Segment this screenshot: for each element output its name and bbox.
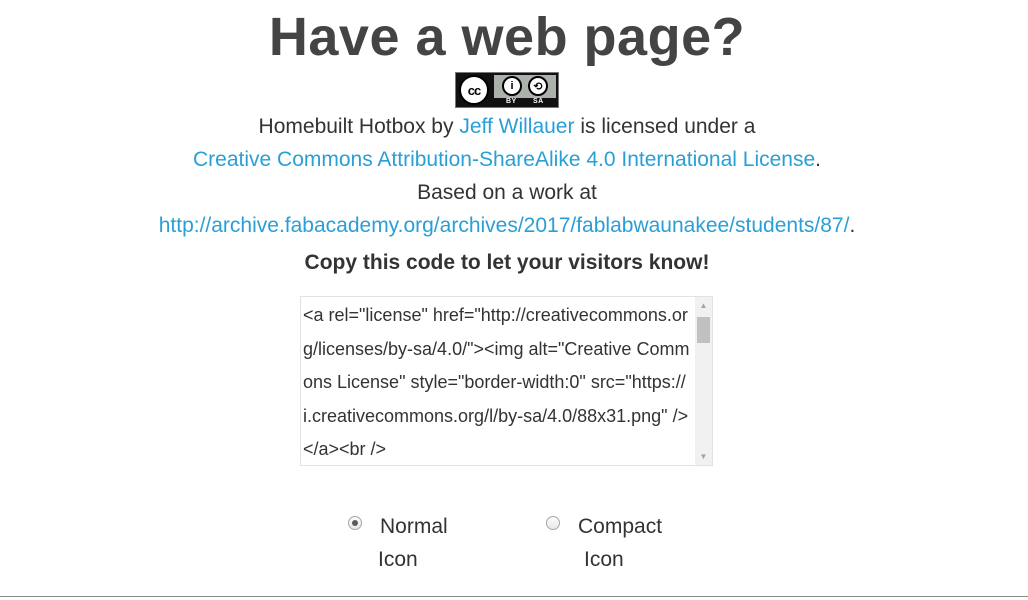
based-on-text: Based on a work at xyxy=(417,181,597,204)
cc-icon: cc xyxy=(459,75,489,105)
author-link[interactable]: Jeff Willauer xyxy=(459,115,574,138)
normal-icon-radio[interactable] xyxy=(348,516,362,530)
attribution-icon: i xyxy=(502,76,522,96)
license-link[interactable]: Creative Commons Attribution-ShareAlike … xyxy=(193,148,815,171)
scroll-up-arrow-icon[interactable]: ▲ xyxy=(695,297,712,314)
badge-sa-label: SA xyxy=(533,98,544,105)
compact-icon-label-line1: Compact xyxy=(578,515,663,538)
licensed-text: is licensed under a xyxy=(574,115,756,138)
period: . xyxy=(849,214,856,237)
copy-prompt: Copy this code to let your visitors know… xyxy=(304,251,710,274)
badge-by-label: BY xyxy=(506,98,517,105)
bottom-divider xyxy=(0,596,1028,597)
share-alike-icon: ⟲ xyxy=(528,76,548,96)
normal-icon-label-line1: Normal xyxy=(380,515,448,538)
by-text: by xyxy=(425,115,460,138)
page-heading: Have a web page? xyxy=(268,7,746,67)
normal-icon-label-line2: Icon xyxy=(378,548,418,571)
scroll-thumb[interactable] xyxy=(697,317,710,343)
compact-icon-label-line2: Icon xyxy=(584,548,624,571)
compact-icon-radio[interactable] xyxy=(546,516,560,530)
code-snippet[interactable]: <a rel="license" href="http://creativeco… xyxy=(303,299,691,465)
scroll-down-arrow-icon[interactable]: ▼ xyxy=(695,448,712,465)
code-textarea[interactable]: <a rel="license" href="http://creativeco… xyxy=(300,296,713,466)
source-url-link[interactable]: http://archive.fabacademy.org/archives/2… xyxy=(159,214,850,237)
code-scrollbar[interactable]: ▲ ▼ xyxy=(695,297,712,465)
attribution-text: Homebuilt Hotbox by Jeff Willauer is lic… xyxy=(0,110,1014,242)
cc-by-sa-badge[interactable]: cc i ⟲ BY SA xyxy=(455,72,559,108)
work-title: Homebuilt Hotbox xyxy=(258,115,426,138)
period: . xyxy=(815,148,821,171)
